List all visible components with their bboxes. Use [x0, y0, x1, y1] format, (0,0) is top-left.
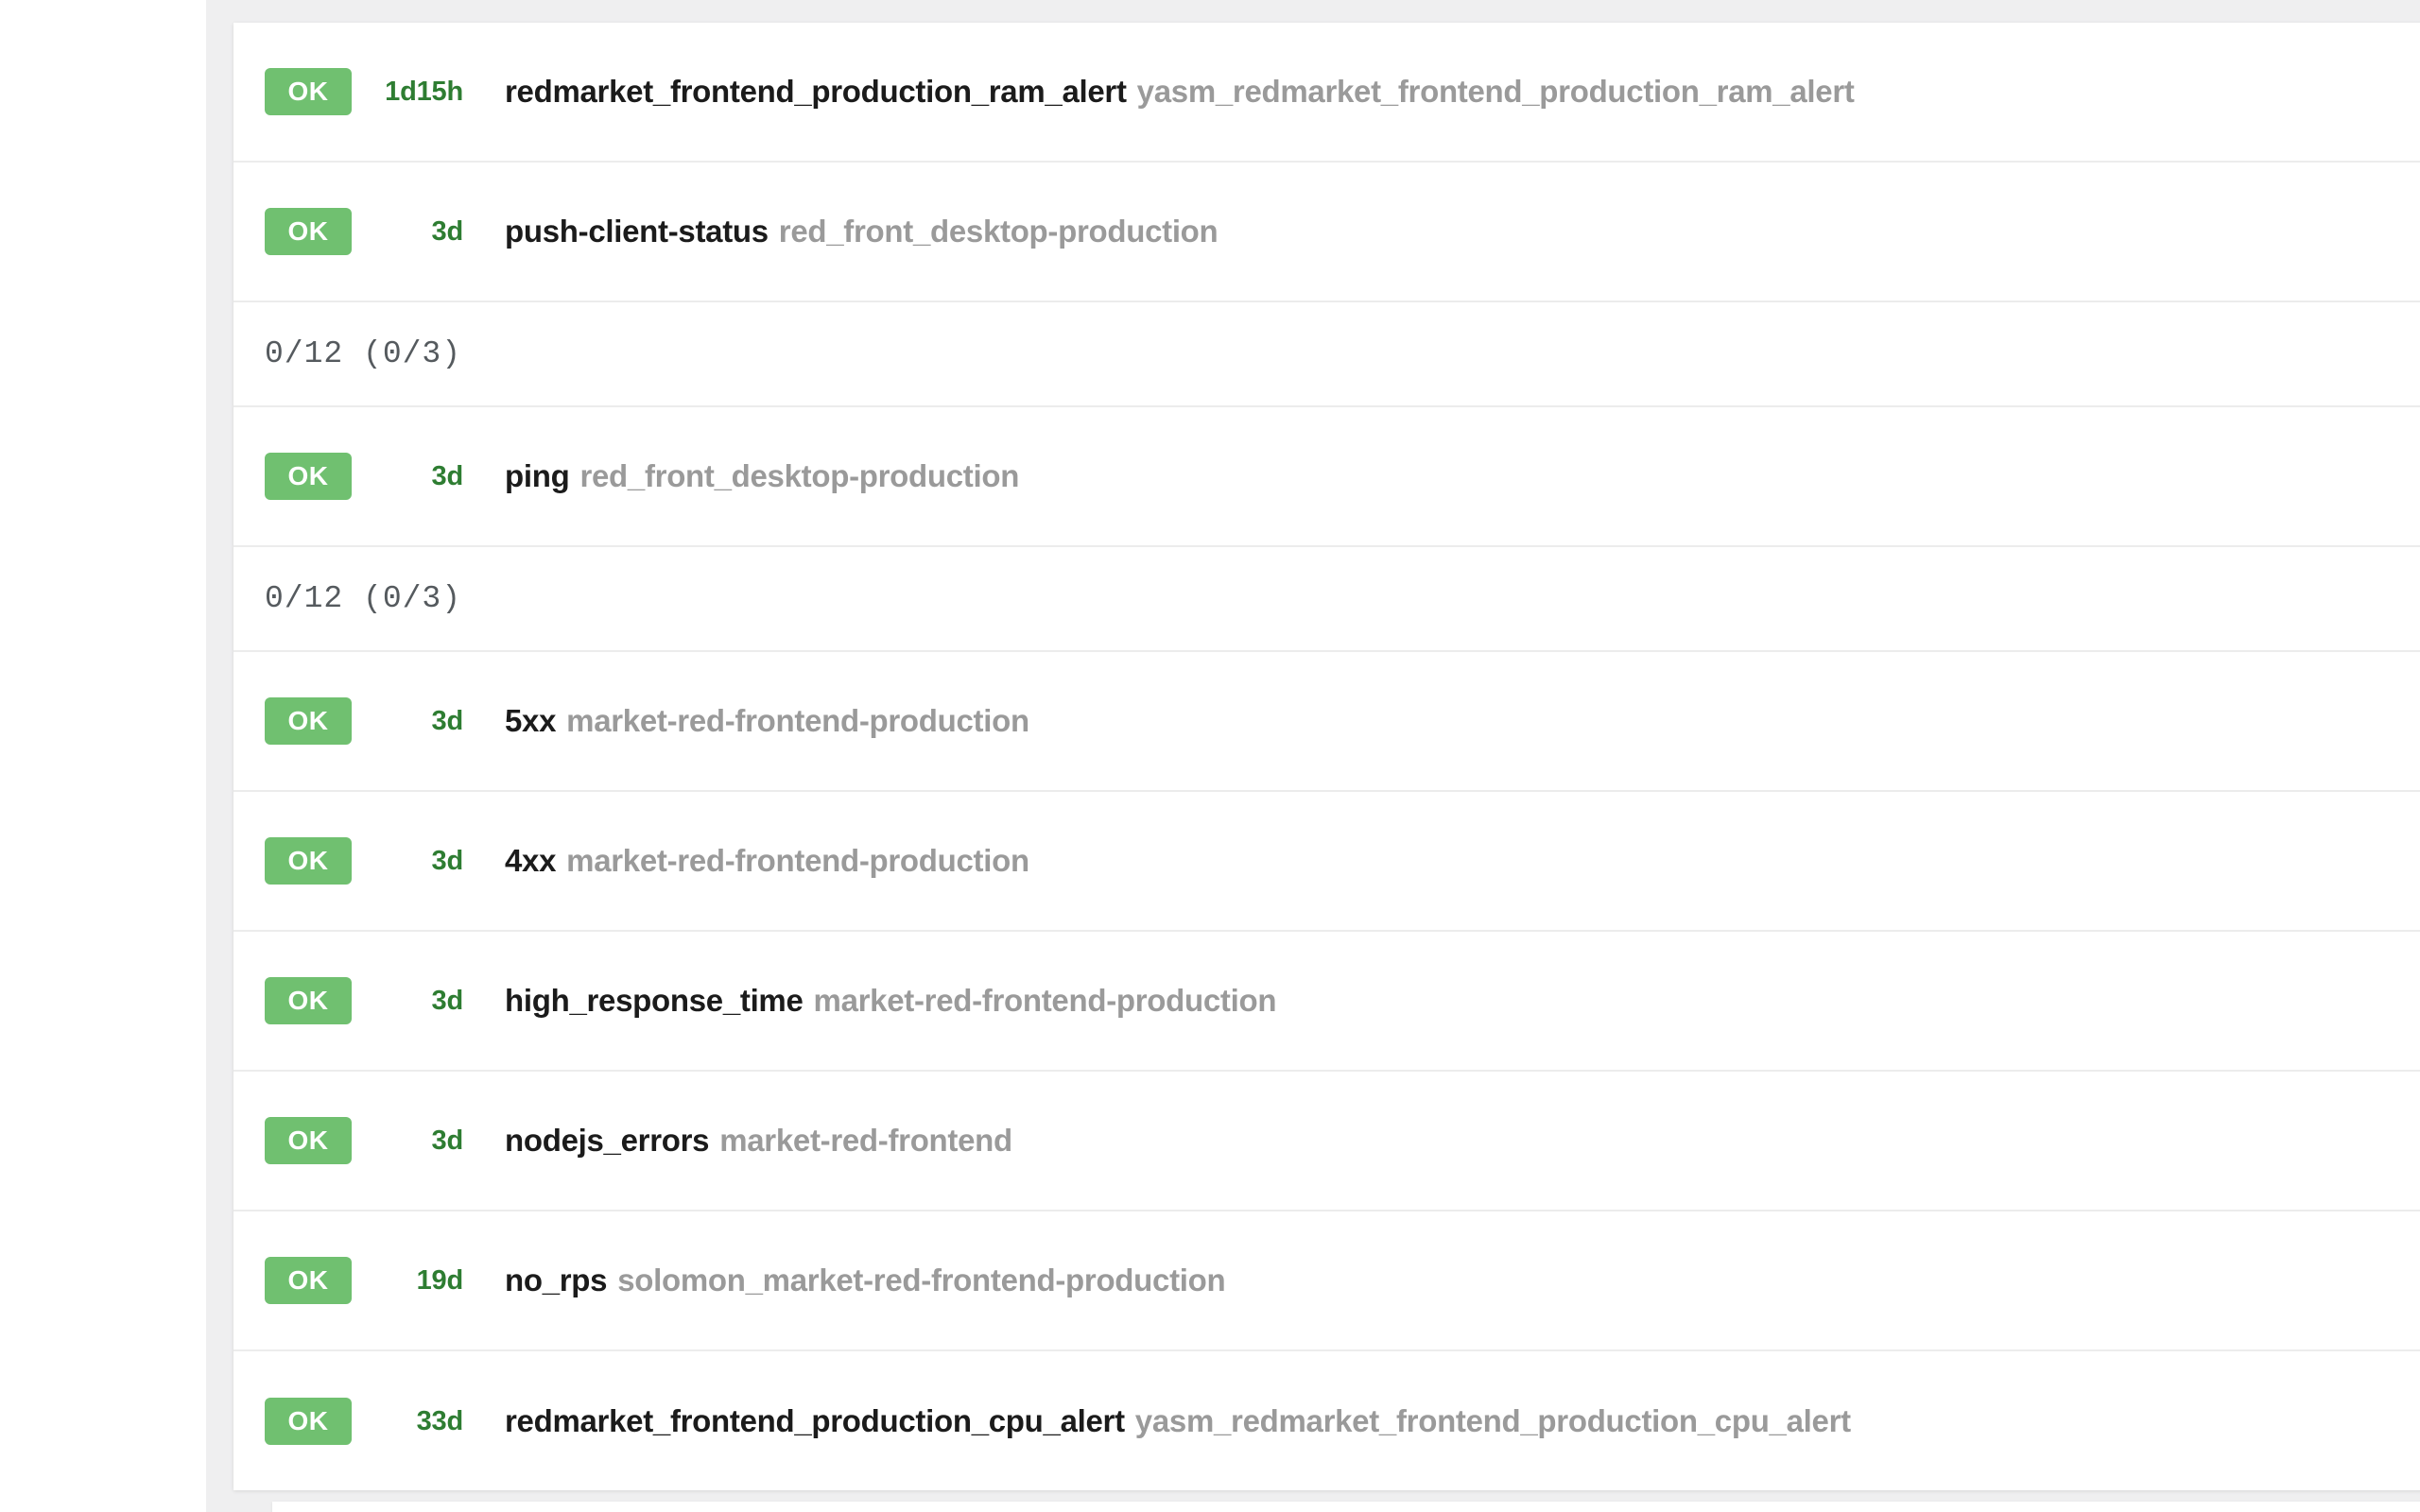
check-title[interactable]: ping red_front_desktop-production	[505, 459, 2420, 493]
check-name: redmarket_frontend_production_cpu_alert	[505, 1404, 1125, 1438]
check-name: push-client-status	[505, 215, 769, 249]
check-title[interactable]: no_rps solomon_market-red-frontend-produc…	[505, 1263, 2420, 1297]
check-title[interactable]: push-client-status red_front_desktop-prod…	[505, 215, 2420, 249]
status-badge: OK	[265, 1398, 352, 1445]
check-name: redmarket_frontend_production_ram_alert	[505, 75, 1127, 109]
check-name: 4xx	[505, 844, 556, 878]
check-source: market-red-frontend-production	[566, 704, 1029, 738]
check-counter: 0/12 (0/3)	[265, 581, 461, 616]
checks-list-card: OK1d15hredmarket_frontend_production_ram…	[233, 23, 2420, 1490]
check-name: 5xx	[505, 704, 556, 738]
check-source: market-red-frontend-production	[814, 984, 1277, 1018]
status-badge: OK	[265, 68, 352, 115]
page-root: OK1d15hredmarket_frontend_production_ram…	[0, 0, 2420, 1512]
check-name: high_response_time	[505, 984, 804, 1018]
check-source: red_front_desktop-production	[779, 215, 1219, 249]
check-title[interactable]: 5xx market-red-frontend-production	[505, 704, 2420, 738]
list-row-check[interactable]: OK19d no_rps solomon_market-red-frontend-p…	[233, 1211, 2420, 1351]
check-age: 3d	[352, 461, 467, 492]
status-badge: OK	[265, 453, 352, 500]
status-badge: OK	[265, 977, 352, 1024]
check-age: 3d	[352, 1125, 467, 1157]
check-source: red_front_desktop-production	[579, 459, 1019, 493]
check-age: 19d	[352, 1265, 467, 1297]
status-badge: OK	[265, 208, 352, 255]
check-source: yasm_redmarket_frontend_production_cpu_a…	[1135, 1404, 1851, 1438]
check-source: solomon_market-red-frontend-production	[617, 1263, 1225, 1297]
next-card-sliver	[272, 1502, 2420, 1512]
list-row-counter[interactable]: 0/12 (0/3)	[233, 302, 2420, 407]
status-badge: OK	[265, 1117, 352, 1164]
left-gutter	[0, 0, 206, 1512]
check-age: 3d	[352, 846, 467, 877]
list-row-counter[interactable]: 0/12 (0/3)	[233, 547, 2420, 652]
check-counter: 0/12 (0/3)	[265, 336, 461, 371]
check-title[interactable]: nodejs_errors market-red-frontend	[505, 1124, 2420, 1158]
check-source: market-red-frontend-production	[566, 844, 1029, 878]
status-badge: OK	[265, 1257, 352, 1304]
list-row-check[interactable]: OK33d redmarket_frontend_production_cpu_a…	[233, 1351, 2420, 1490]
list-row-check[interactable]: OK3d 4xx market-red-frontend-production	[233, 792, 2420, 932]
check-name: nodejs_errors	[505, 1124, 709, 1158]
check-age: 3d	[352, 216, 467, 248]
check-title[interactable]: high_response_time market-red-frontend-pr…	[505, 984, 2420, 1018]
check-age: 33d	[352, 1406, 467, 1437]
list-row-check[interactable]: OK1d15h redmarket_frontend_production_ram…	[233, 23, 2420, 163]
check-name: ping	[505, 459, 569, 493]
check-title[interactable]: 4xx market-red-frontend-production	[505, 844, 2420, 878]
check-age: 3d	[352, 706, 467, 737]
check-source: market-red-frontend	[719, 1124, 1012, 1158]
check-source: yasm_redmarket_frontend_production_ram_a…	[1137, 75, 1855, 109]
list-row-check[interactable]: OK3d ping red_front_desktop-production	[233, 407, 2420, 547]
check-age: 3d	[352, 986, 467, 1017]
check-title[interactable]: redmarket_frontend_production_cpu_alert y…	[505, 1404, 2420, 1438]
check-age: 1d15h	[352, 77, 467, 108]
list-row-check[interactable]: OK3d nodejs_errors market-red-frontend	[233, 1072, 2420, 1211]
list-row-check[interactable]: OK3d high_response_time market-red-fronten…	[233, 932, 2420, 1072]
status-badge: OK	[265, 837, 352, 885]
check-title[interactable]: redmarket_frontend_production_ram_alert y…	[505, 75, 2420, 109]
list-row-check[interactable]: OK3d 5xx market-red-frontend-production	[233, 652, 2420, 792]
check-name: no_rps	[505, 1263, 607, 1297]
checks-list: OK1d15hredmarket_frontend_production_ram…	[233, 23, 2420, 1490]
status-badge: OK	[265, 697, 352, 745]
list-row-check[interactable]: OK3d push-client-status red_front_desktop-…	[233, 163, 2420, 302]
